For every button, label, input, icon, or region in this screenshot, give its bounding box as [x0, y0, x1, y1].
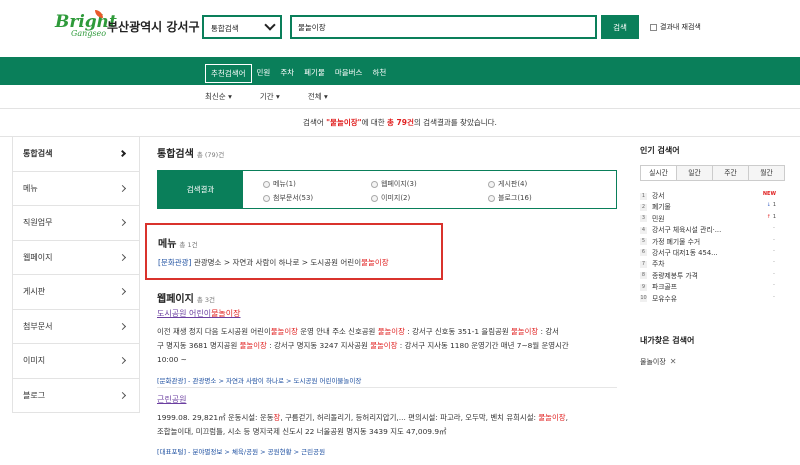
- nav-keyword-parking[interactable]: 주차: [275, 64, 299, 83]
- popular-tabs: 실시간 일간 주간 월간: [640, 165, 785, 181]
- nav-keyword-river[interactable]: 하천: [367, 64, 391, 83]
- search-scope-select[interactable]: 통합검색: [202, 15, 282, 39]
- list-item[interactable]: 10 모유수유 -: [640, 293, 780, 304]
- chevron-down-icon: [264, 19, 276, 31]
- total-count: 총 (79)건: [196, 151, 225, 159]
- site-header: Bright Gangseo 부산광역시 강서구 통합검색 검색 결과내 재검색: [0, 0, 800, 57]
- close-icon[interactable]: ✕: [670, 357, 677, 366]
- radio-icon: [371, 180, 378, 188]
- rescan-checkbox[interactable]: [650, 23, 657, 31]
- rescan-label: 결과내 재검색: [660, 23, 701, 31]
- new-badge: NEW: [762, 191, 776, 197]
- tab-weekly[interactable]: 주간: [713, 165, 749, 181]
- sidebar-item-staff[interactable]: 직원업무: [13, 206, 139, 241]
- radio-icon: [371, 194, 378, 202]
- webpage-result-1-snippet: 이전 재생 정지 다음 도시공원 어린이물놀이장 운영 안내 주소 신호공원 물…: [157, 327, 569, 364]
- sort-all-dropdown[interactable]: 전체 ▾: [308, 91, 328, 102]
- sidebar-item-blog[interactable]: 블로그: [13, 379, 139, 413]
- menu-result-link[interactable]: [문화관광] 관광명소 > 자연과 사람이 하나로 > 도시공원 어린이물놀이장: [158, 257, 389, 268]
- right-panel: 인기 검색어 실시간 일간 주간 월간 1 강서 NEW 2 폐기물 ↓ 1 3 민원 ↑ 1 …: [640, 145, 785, 366]
- list-item[interactable]: 9 파크골프 -: [640, 281, 780, 292]
- logo-gangseo-text: Gangseo: [71, 29, 107, 38]
- sidebar-item-images[interactable]: 이미지: [13, 344, 139, 379]
- menu-result-section: 메뉴 총 1건 [문화관광] 관광명소 > 자연과 사람이 하나로 > 도시공원 …: [145, 223, 443, 280]
- list-item[interactable]: 2 폐기물 ↓ 1: [640, 201, 780, 212]
- chevron-right-icon: [118, 149, 127, 158]
- popular-keyword-list: 1 강서 NEW 2 폐기물 ↓ 1 3 민원 ↑ 1 4 강서구 체육시설 관리·... - 5가…: [640, 190, 780, 304]
- tab-realtime[interactable]: 실시간: [640, 165, 677, 181]
- notice-keyword: "물놀이장": [326, 118, 362, 127]
- search-scope-value: 통합검색: [211, 24, 239, 33]
- chevron-right-icon: [118, 322, 127, 330]
- filter-images[interactable]: 이미지(2): [371, 193, 410, 203]
- arrow-down-icon: ↓: [766, 202, 771, 209]
- list-item[interactable]: 5 가정 폐기물 수거 -: [640, 236, 780, 247]
- tab-monthly[interactable]: 월간: [749, 165, 785, 181]
- site-logo[interactable]: Bright Gangseo 부산광역시 강서구: [55, 10, 205, 42]
- sidebar-item-attachments[interactable]: 첨부문서: [13, 310, 139, 344]
- divider: [0, 108, 800, 109]
- my-search-item[interactable]: 물놀이장 ✕: [640, 357, 676, 367]
- radio-icon: [488, 180, 495, 188]
- list-item[interactable]: 8 종량제봉투 가격 -: [640, 270, 780, 281]
- popular-keywords-title: 인기 검색어: [640, 146, 680, 155]
- nav-recommended-keywords[interactable]: 추천검색어: [205, 64, 252, 83]
- menu-section-title: 메뉴 총 1건: [158, 239, 198, 250]
- arrow-up-icon: ↑: [766, 213, 771, 220]
- webpage-section-title: 웹페이지 총 3건: [157, 294, 215, 305]
- divider: [157, 387, 617, 388]
- sidebar-item-webpage[interactable]: 웹페이지: [13, 241, 139, 275]
- result-filter-box: 검색결과 메뉴(1) 웹페이지(3) 게시판(4) 첨부문서(53) 이미지(2…: [157, 170, 617, 209]
- sidebar-item-integrated[interactable]: 통합검색: [13, 137, 139, 172]
- chevron-right-icon: [118, 391, 127, 399]
- result-notice: 검색어 "물놀이장"에 대한 총 79건의 검색결과를 찾았습니다.: [303, 118, 497, 127]
- nav-keyword-civil[interactable]: 민원: [252, 64, 276, 83]
- main-content: 통합검색 총 (79)건 검색결과 메뉴(1) 웹페이지(3) 게시판(4) 첨부…: [145, 145, 617, 456]
- radio-icon: [263, 180, 270, 188]
- rescan-checkbox-wrap[interactable]: 결과내 재검색: [650, 22, 701, 32]
- radio-icon: [488, 194, 495, 202]
- nav-keyword-waste[interactable]: 폐기물: [299, 64, 330, 83]
- nav-keyword-village-bus[interactable]: 마을버스: [330, 64, 368, 83]
- my-searches-title: 내가찾은 검색어: [640, 336, 695, 345]
- search-input[interactable]: [290, 15, 597, 39]
- trend-down-indicator: ↓ 1: [766, 202, 776, 209]
- filter-board[interactable]: 게시판(4): [488, 179, 527, 189]
- keyword-nav-bar: 추천검색어 민원 주차 폐기물 마을버스 하천: [0, 57, 800, 85]
- filter-webpage[interactable]: 웹페이지(3): [371, 179, 417, 189]
- chevron-right-icon: [118, 287, 127, 296]
- search-button[interactable]: 검색: [601, 15, 639, 39]
- list-item[interactable]: 3 민원 ↑ 1: [640, 213, 780, 224]
- trend-up-indicator: ↑ 1: [766, 213, 776, 220]
- list-item[interactable]: 1 강서 NEW: [640, 190, 780, 201]
- list-item[interactable]: 7 주차 -: [640, 258, 780, 269]
- chevron-right-icon: [118, 253, 127, 261]
- sort-period-dropdown[interactable]: 기간 ▾: [260, 91, 280, 102]
- category-sidebar: 통합검색 메뉴 직원업무 웹페이지 게시판 첨부문서 이미지 블로그: [12, 137, 140, 413]
- tab-daily[interactable]: 일간: [677, 165, 713, 181]
- filter-label: 검색결과: [158, 171, 243, 208]
- sidebar-item-board[interactable]: 게시판: [13, 275, 139, 310]
- filter-menu[interactable]: 메뉴(1): [263, 179, 296, 189]
- webpage-result-2-snippet: 1999.08. 29,821㎡ 운동시설: 운동장, 구름걷기, 허리돌리기,…: [157, 413, 568, 436]
- chevron-right-icon: [118, 218, 127, 227]
- filter-blog[interactable]: 블로그(16): [488, 193, 532, 203]
- sort-options: 최신순 ▾ 기간 ▾ 전체 ▾: [205, 91, 328, 102]
- list-item[interactable]: 4 강서구 체육시설 관리·... -: [640, 224, 780, 235]
- chevron-right-icon: [118, 184, 127, 192]
- chevron-right-icon: [118, 356, 127, 365]
- webpage-result-1-path[interactable]: [문화관광] - 관광명소 > 자연과 사람이 하나로 > 도시공원 어린이물놀…: [157, 375, 361, 385]
- filter-attachments[interactable]: 첨부문서(53): [263, 193, 313, 203]
- notice-count: 총 79건: [387, 118, 414, 127]
- logo-city-name: 부산광역시 강서구: [107, 20, 200, 34]
- sidebar-item-menu[interactable]: 메뉴: [13, 172, 139, 206]
- webpage-result-2-path[interactable]: [대표포털] - 분야별정보 > 체육/공원 > 공원현황 > 근린공원: [157, 446, 325, 456]
- webpage-result-1-link[interactable]: 도시공원 어린이물놀이장: [157, 308, 241, 319]
- page-title: 통합검색 총 (79)건: [157, 149, 225, 160]
- radio-icon: [263, 194, 270, 202]
- webpage-result-2-link[interactable]: 근린공원: [157, 394, 186, 405]
- sort-latest-dropdown[interactable]: 최신순 ▾: [205, 91, 232, 102]
- list-item[interactable]: 6 강서구 대저1동 454... -: [640, 247, 780, 258]
